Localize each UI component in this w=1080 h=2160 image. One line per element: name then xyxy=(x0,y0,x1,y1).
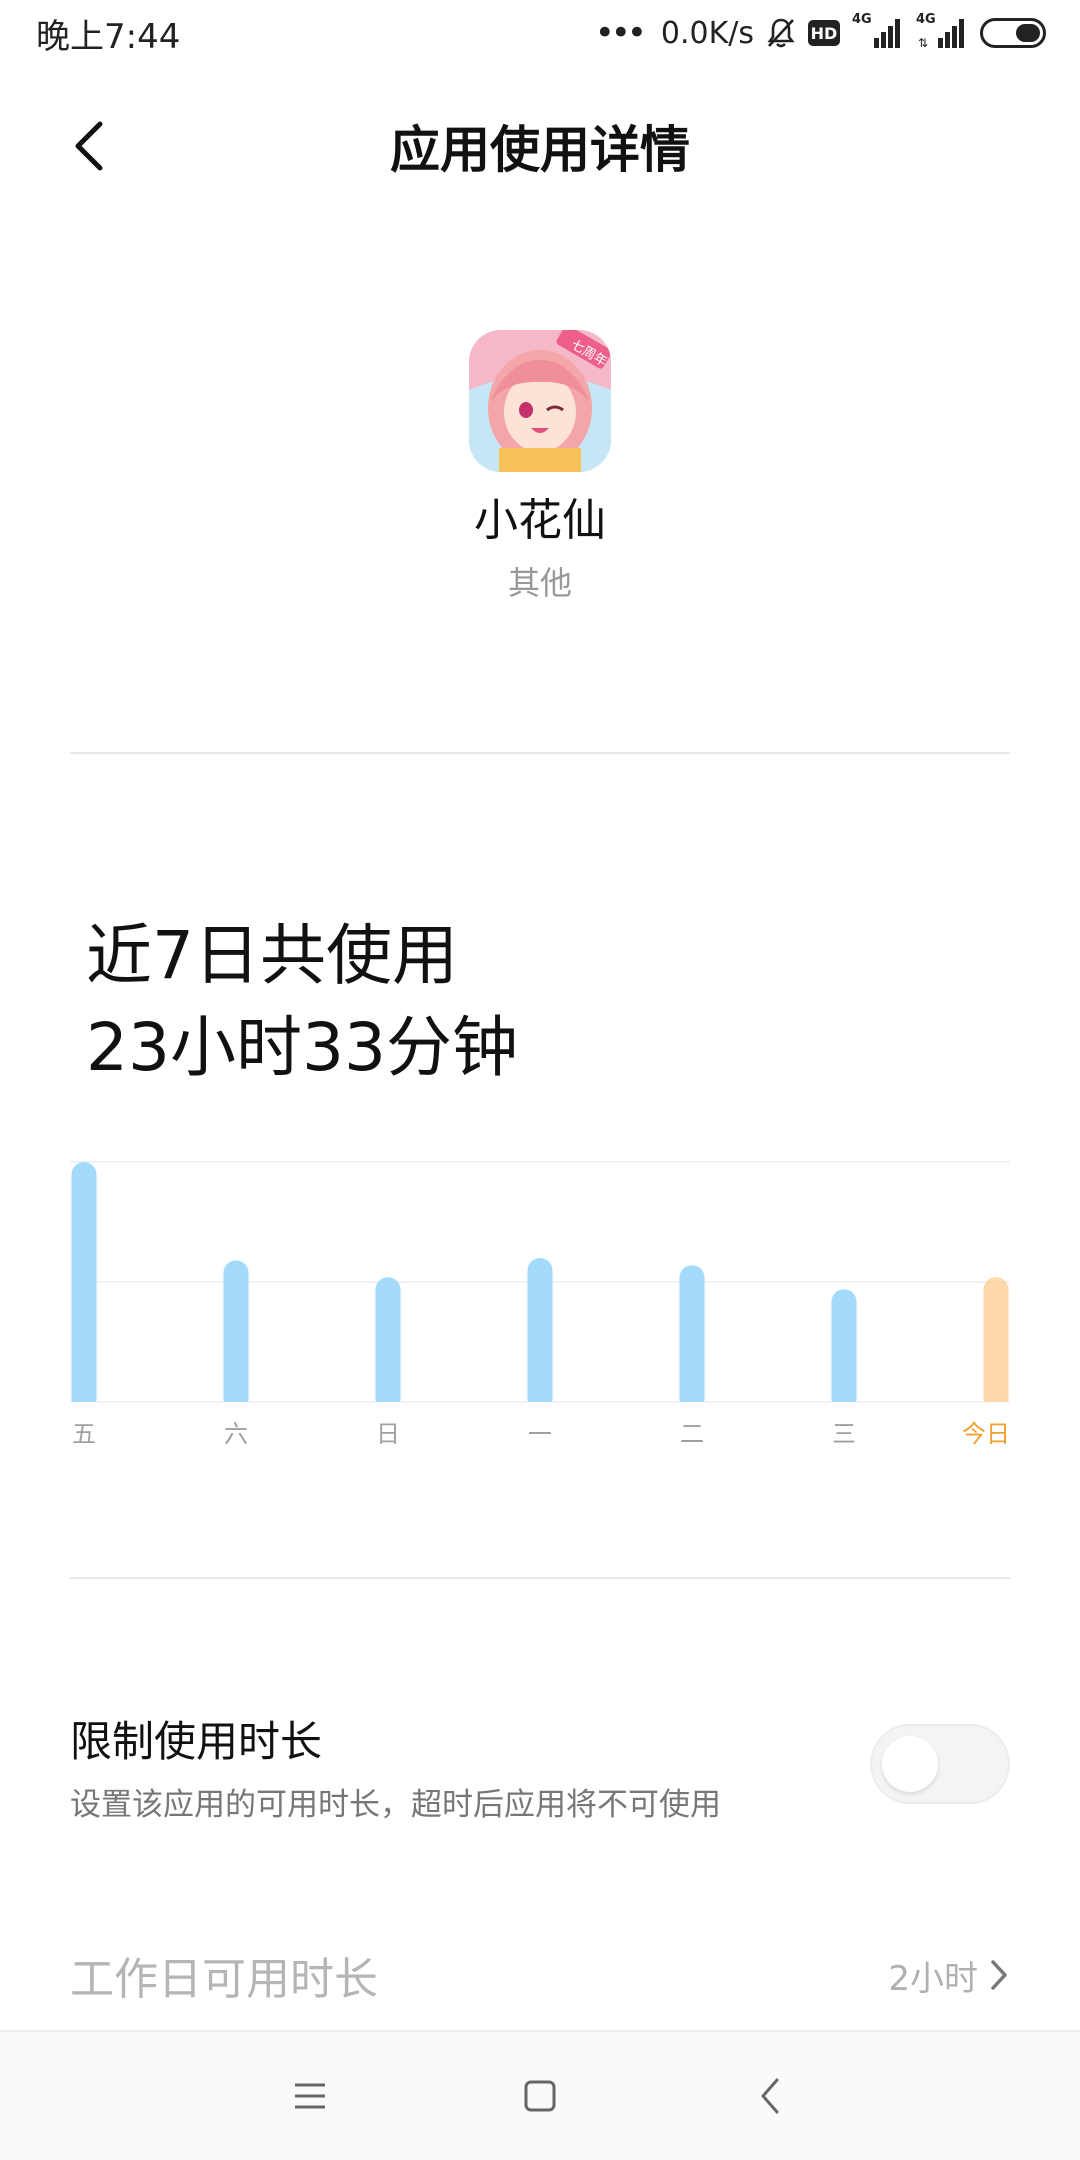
workday-limit-row[interactable]: 工作日可用时长 2小时 xyxy=(70,1945,1010,2005)
app-icon: 七周年 xyxy=(469,330,611,472)
divider xyxy=(70,1577,1010,1579)
app-info: 七周年 小花仙 其他 xyxy=(0,330,1080,604)
limit-description: 设置该应用的可用时长，超时后应用将不可使用 xyxy=(70,1787,721,1823)
chart-x-label-4: 二 xyxy=(680,1420,704,1448)
workday-value-wrap: 2小时 xyxy=(888,1951,1010,2000)
chart-x-label-6: 今日 xyxy=(962,1420,1010,1448)
chart-bar-5 xyxy=(831,1289,857,1415)
chart-x-label-5: 三 xyxy=(832,1420,856,1448)
chart-bar-6 xyxy=(983,1277,1009,1415)
status-icons: ••• 0.0K/s HD 4G 4G ⇅ xyxy=(594,12,1046,53)
bell-muted-icon xyxy=(766,17,796,49)
usage-period-label: 近7日共使用 xyxy=(86,917,458,994)
limit-usage-row[interactable]: 限制使用时长 设置该应用的可用时长，超时后应用将不可使用 xyxy=(70,1708,1010,1828)
limit-toggle[interactable] xyxy=(870,1724,1010,1804)
chevron-left-icon xyxy=(75,121,103,171)
chevron-right-icon xyxy=(991,1960,1007,1990)
usage-summary: 近7日共使用 23小时33分钟 xyxy=(86,910,518,1094)
hd-icon: HD xyxy=(808,20,840,46)
home-button[interactable] xyxy=(510,2066,570,2126)
status-bar: 晚上7:44 ••• 0.0K/s HD 4G 4G ⇅ xyxy=(0,0,1080,66)
battery-icon xyxy=(980,18,1046,48)
divider xyxy=(70,752,1010,754)
navigation-bar xyxy=(0,2030,1080,2160)
chart-x-label-0: 五 xyxy=(72,1420,96,1448)
chart-bar-3 xyxy=(527,1258,553,1415)
chart-bar-1 xyxy=(223,1260,249,1415)
chart-bar-0 xyxy=(71,1162,97,1415)
menu-icon xyxy=(295,2083,325,2109)
chart-x-label-3: 一 xyxy=(528,1420,552,1448)
usage-total-time: 23小时33分钟 xyxy=(86,1009,518,1086)
chart-x-label-1: 六 xyxy=(224,1420,248,1448)
more-dots-icon: ••• xyxy=(594,13,647,53)
workday-label: 工作日可用时长 xyxy=(70,1954,378,2005)
header: 应用使用详情 xyxy=(0,96,1080,196)
page-title: 应用使用详情 xyxy=(390,121,690,179)
chart-bar-4 xyxy=(679,1265,705,1415)
back-icon xyxy=(761,2078,779,2114)
home-icon xyxy=(524,2080,556,2112)
back-button[interactable] xyxy=(60,116,120,176)
chart-x-label-2: 日 xyxy=(376,1420,400,1448)
signal-sim1-icon: 4G xyxy=(852,12,904,50)
workday-value: 2小时 xyxy=(888,1958,978,1999)
toggle-knob xyxy=(882,1736,938,1792)
nav-back-button[interactable] xyxy=(740,2066,800,2126)
app-category: 其他 xyxy=(507,564,572,602)
app-name: 小花仙 xyxy=(474,495,606,546)
menu-button[interactable] xyxy=(280,2066,340,2126)
svg-text:⇅: ⇅ xyxy=(918,36,928,50)
signal-sim2-icon: 4G ⇅ xyxy=(916,12,968,50)
network-speed: 0.0K/s xyxy=(660,15,754,51)
status-time: 晚上7:44 xyxy=(36,16,181,57)
chart-canvas: 五 六 日 一 二 三 今日 xyxy=(70,1161,1010,1448)
usage-bar-chart: 五 六 日 一 二 三 今日 xyxy=(70,1150,1010,1450)
limit-title: 限制使用时长 xyxy=(70,1717,323,1766)
chart-bar-2 xyxy=(375,1277,401,1415)
